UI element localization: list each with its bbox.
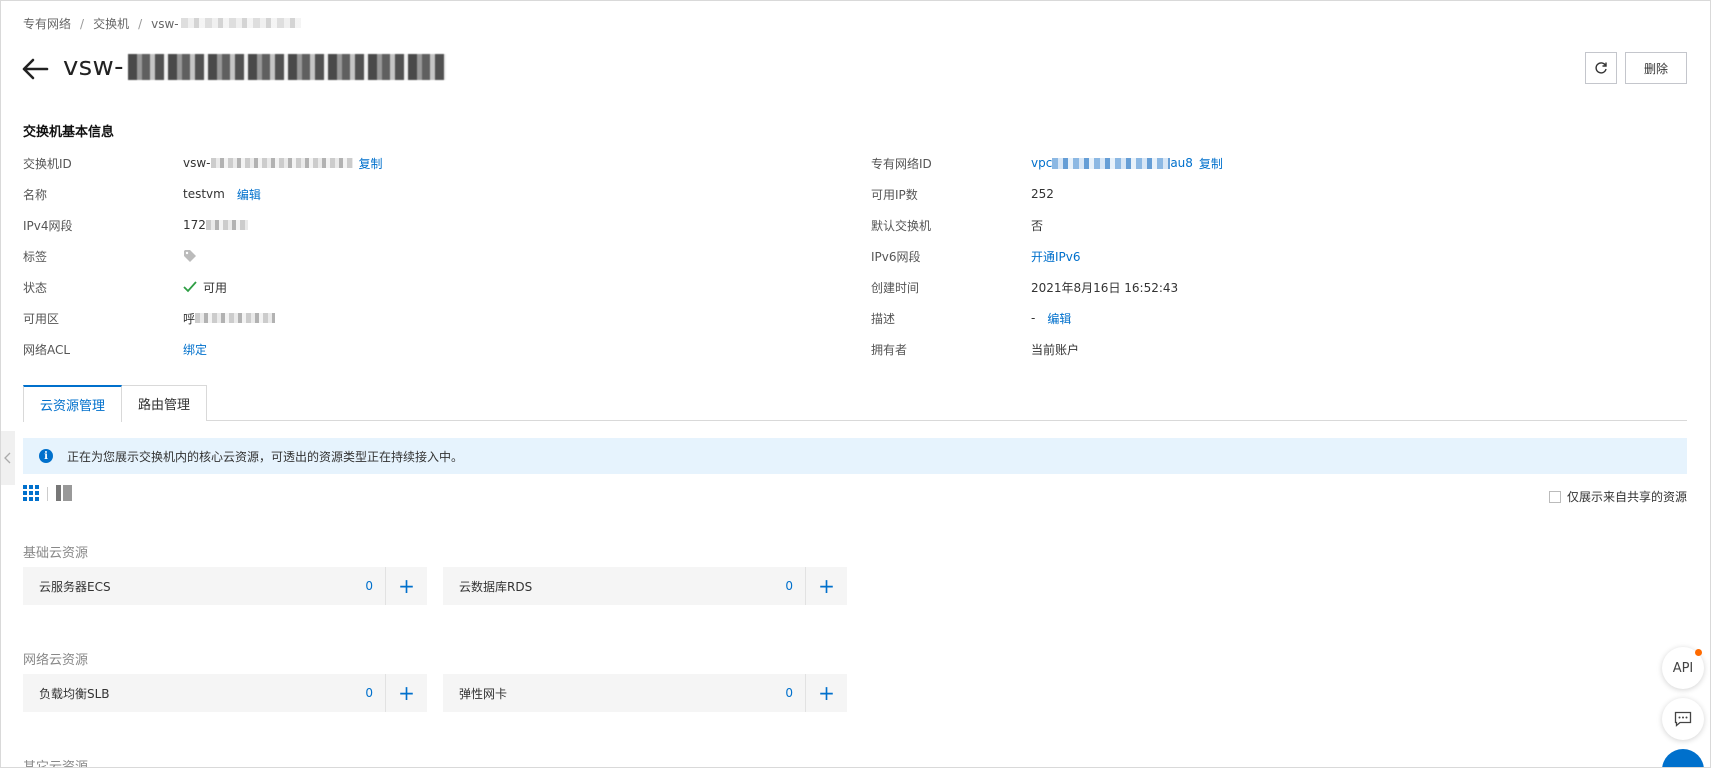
delete-button[interactable]: 删除 — [1625, 52, 1687, 84]
resource-count[interactable]: 0 — [785, 579, 793, 593]
redacted-text — [180, 17, 301, 28]
resource-count[interactable]: 0 — [365, 686, 373, 700]
enable-ipv6-link[interactable]: 开通IPv6 — [1031, 248, 1081, 265]
plus-icon[interactable]: + — [805, 567, 847, 605]
resource-card-eni: 弹性网卡 0 + — [443, 674, 847, 712]
collapse-chevron-icon[interactable] — [1, 431, 15, 485]
breadcrumb-vswitch[interactable]: 交换机 — [93, 15, 129, 32]
breadcrumb: 专有网络 / 交换机 / vsw- — [23, 15, 301, 32]
info-row-ipv6: IPv6网段 开通IPv6 — [871, 248, 1081, 265]
info-row-vpc-id: 专有网络ID vpc au8 复制 — [871, 155, 1223, 172]
chat-button[interactable] — [1662, 698, 1704, 740]
api-label: API — [1672, 660, 1694, 676]
refresh-button[interactable] — [1585, 52, 1617, 84]
page: 专有网络 / 交换机 / vsw- vsw- 删除 交换机基本信息 交换机ID … — [0, 0, 1711, 768]
notice-text: 正在为您展示交换机内的核心云资源，可透出的资源类型正在持续接入中。 — [67, 449, 464, 464]
info-row-tags: 标签 — [23, 246, 197, 266]
info-row-name: 名称 testvm 编辑 — [23, 186, 261, 203]
tab-route-management[interactable]: 路由管理 — [121, 385, 208, 421]
info-row-description: 描述 - 编辑 — [871, 310, 1072, 327]
edit-description-link[interactable]: 编辑 — [1047, 310, 1071, 327]
bind-acl-link[interactable]: 绑定 — [183, 341, 207, 358]
assistant-button[interactable] — [1662, 749, 1704, 767]
resource-count[interactable]: 0 — [365, 579, 373, 593]
info-row-default-switch: 默认交换机 否 — [871, 218, 1044, 233]
breadcrumb-current: vsw- — [151, 17, 301, 31]
info-row-vswitch-id: 交换机ID vsw- 复制 — [23, 155, 383, 172]
section-title: 交换机基本信息 — [23, 125, 115, 140]
divider — [47, 487, 48, 501]
plus-icon[interactable]: + — [385, 674, 427, 712]
chat-icon — [1674, 711, 1692, 727]
edit-name-link[interactable]: 编辑 — [237, 186, 261, 203]
copy-vswitch-id-link[interactable]: 复制 — [359, 155, 383, 172]
notification-dot — [1695, 649, 1702, 656]
redacted-text — [195, 313, 276, 323]
check-icon — [183, 281, 197, 293]
info-row-ipv4: IPv4网段 172 — [23, 215, 248, 235]
info-row-owner: 拥有者 当前账户 — [871, 342, 1080, 357]
info-icon: i — [39, 449, 53, 463]
redacted-text — [205, 220, 248, 230]
info-row-created-time: 创建时间 2021年8月16日 16:52:43 — [871, 280, 1179, 295]
vpc-id-link[interactable]: vpc au8 — [1031, 156, 1193, 170]
info-row-zone: 可用区 呼 — [23, 308, 276, 328]
tag-icon[interactable] — [183, 249, 197, 263]
group-title: 其它云资源 — [23, 760, 89, 768]
status-text: 可用 — [203, 280, 228, 295]
list-view-icon[interactable] — [56, 485, 72, 501]
resource-card-rds: 云数据库RDS 0 + — [443, 567, 847, 605]
copy-vpc-id-link[interactable]: 复制 — [1199, 155, 1223, 172]
info-row-status: 状态 可用 — [23, 280, 228, 295]
info-row-available-ips: 可用IP数 252 — [871, 187, 1054, 202]
resource-card-slb: 负载均衡SLB 0 + — [23, 674, 427, 712]
group-title: 基础云资源 — [23, 546, 89, 561]
resource-card-ecs: 云服务器ECS 0 + — [23, 567, 427, 605]
api-button[interactable]: API — [1662, 647, 1704, 689]
redacted-text — [1052, 158, 1171, 169]
group-title: 网络云资源 — [23, 653, 89, 668]
shared-only-label: 仅展示来自共享的资源 — [1567, 490, 1688, 504]
grid-view-icon[interactable] — [23, 485, 39, 501]
plus-icon[interactable]: + — [385, 567, 427, 605]
breadcrumb-separator: / — [138, 16, 143, 31]
shared-only-checkbox[interactable]: 仅展示来自共享的资源 — [1549, 488, 1687, 505]
tab-cloud-resources[interactable]: 云资源管理 — [23, 385, 123, 422]
tab-bar: 云资源管理 路由管理 — [23, 385, 1687, 422]
checkbox-box[interactable] — [1549, 490, 1561, 503]
refresh-icon — [1595, 62, 1607, 74]
info-notice: i 正在为您展示交换机内的核心云资源，可透出的资源类型正在持续接入中。 — [23, 438, 1687, 474]
resource-count[interactable]: 0 — [785, 686, 793, 700]
info-row-acl: 网络ACL 绑定 — [23, 341, 208, 358]
redacted-text — [127, 54, 446, 80]
back-arrow-icon[interactable] — [21, 55, 51, 83]
plus-icon[interactable]: + — [805, 674, 847, 712]
breadcrumb-vpc[interactable]: 专有网络 — [23, 15, 71, 32]
page-title: vsw- — [63, 52, 446, 82]
redacted-text — [210, 158, 353, 168]
breadcrumb-separator: / — [80, 16, 85, 31]
